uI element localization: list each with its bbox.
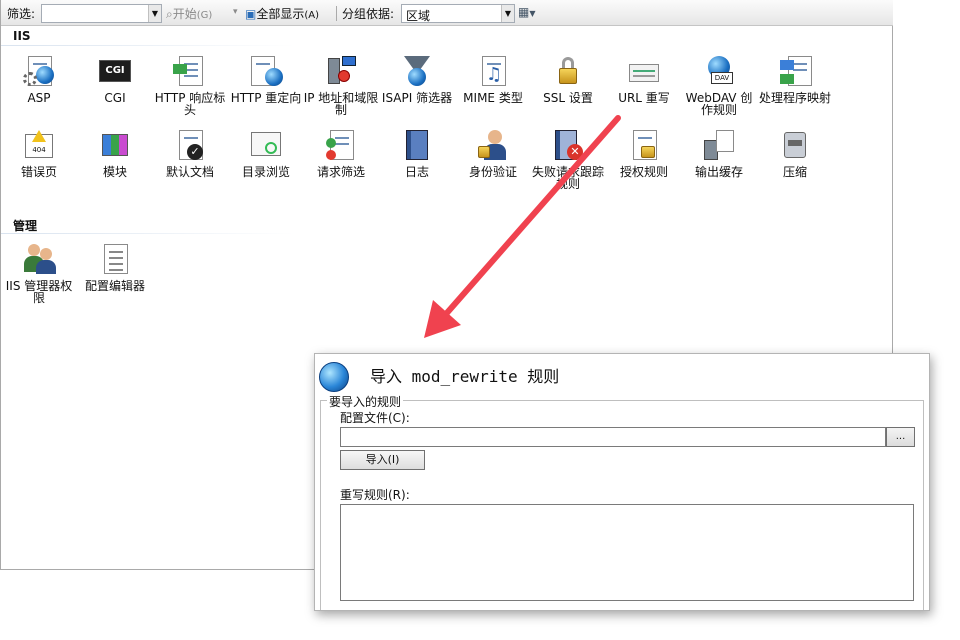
- rewrite-rules-label: 重写规则(R):: [340, 488, 410, 502]
- config-file-input[interactable]: [340, 427, 886, 447]
- globe-icon: [319, 362, 349, 392]
- group-title: 要导入的规则: [327, 393, 404, 410]
- config-file-label: 配置文件(C):: [340, 411, 410, 425]
- arrow-to-dialog: [424, 115, 621, 338]
- import-button[interactable]: 导入(I): [340, 450, 425, 470]
- dialog-title: 导入 mod_rewrite 规则: [370, 367, 560, 386]
- browse-button[interactable]: ...: [886, 427, 915, 447]
- import-mod-rewrite-dialog: 导入 mod_rewrite 规则 要导入的规则 配置文件(C): ... 导入…: [314, 353, 930, 611]
- rewrite-rules-textarea[interactable]: [340, 504, 914, 601]
